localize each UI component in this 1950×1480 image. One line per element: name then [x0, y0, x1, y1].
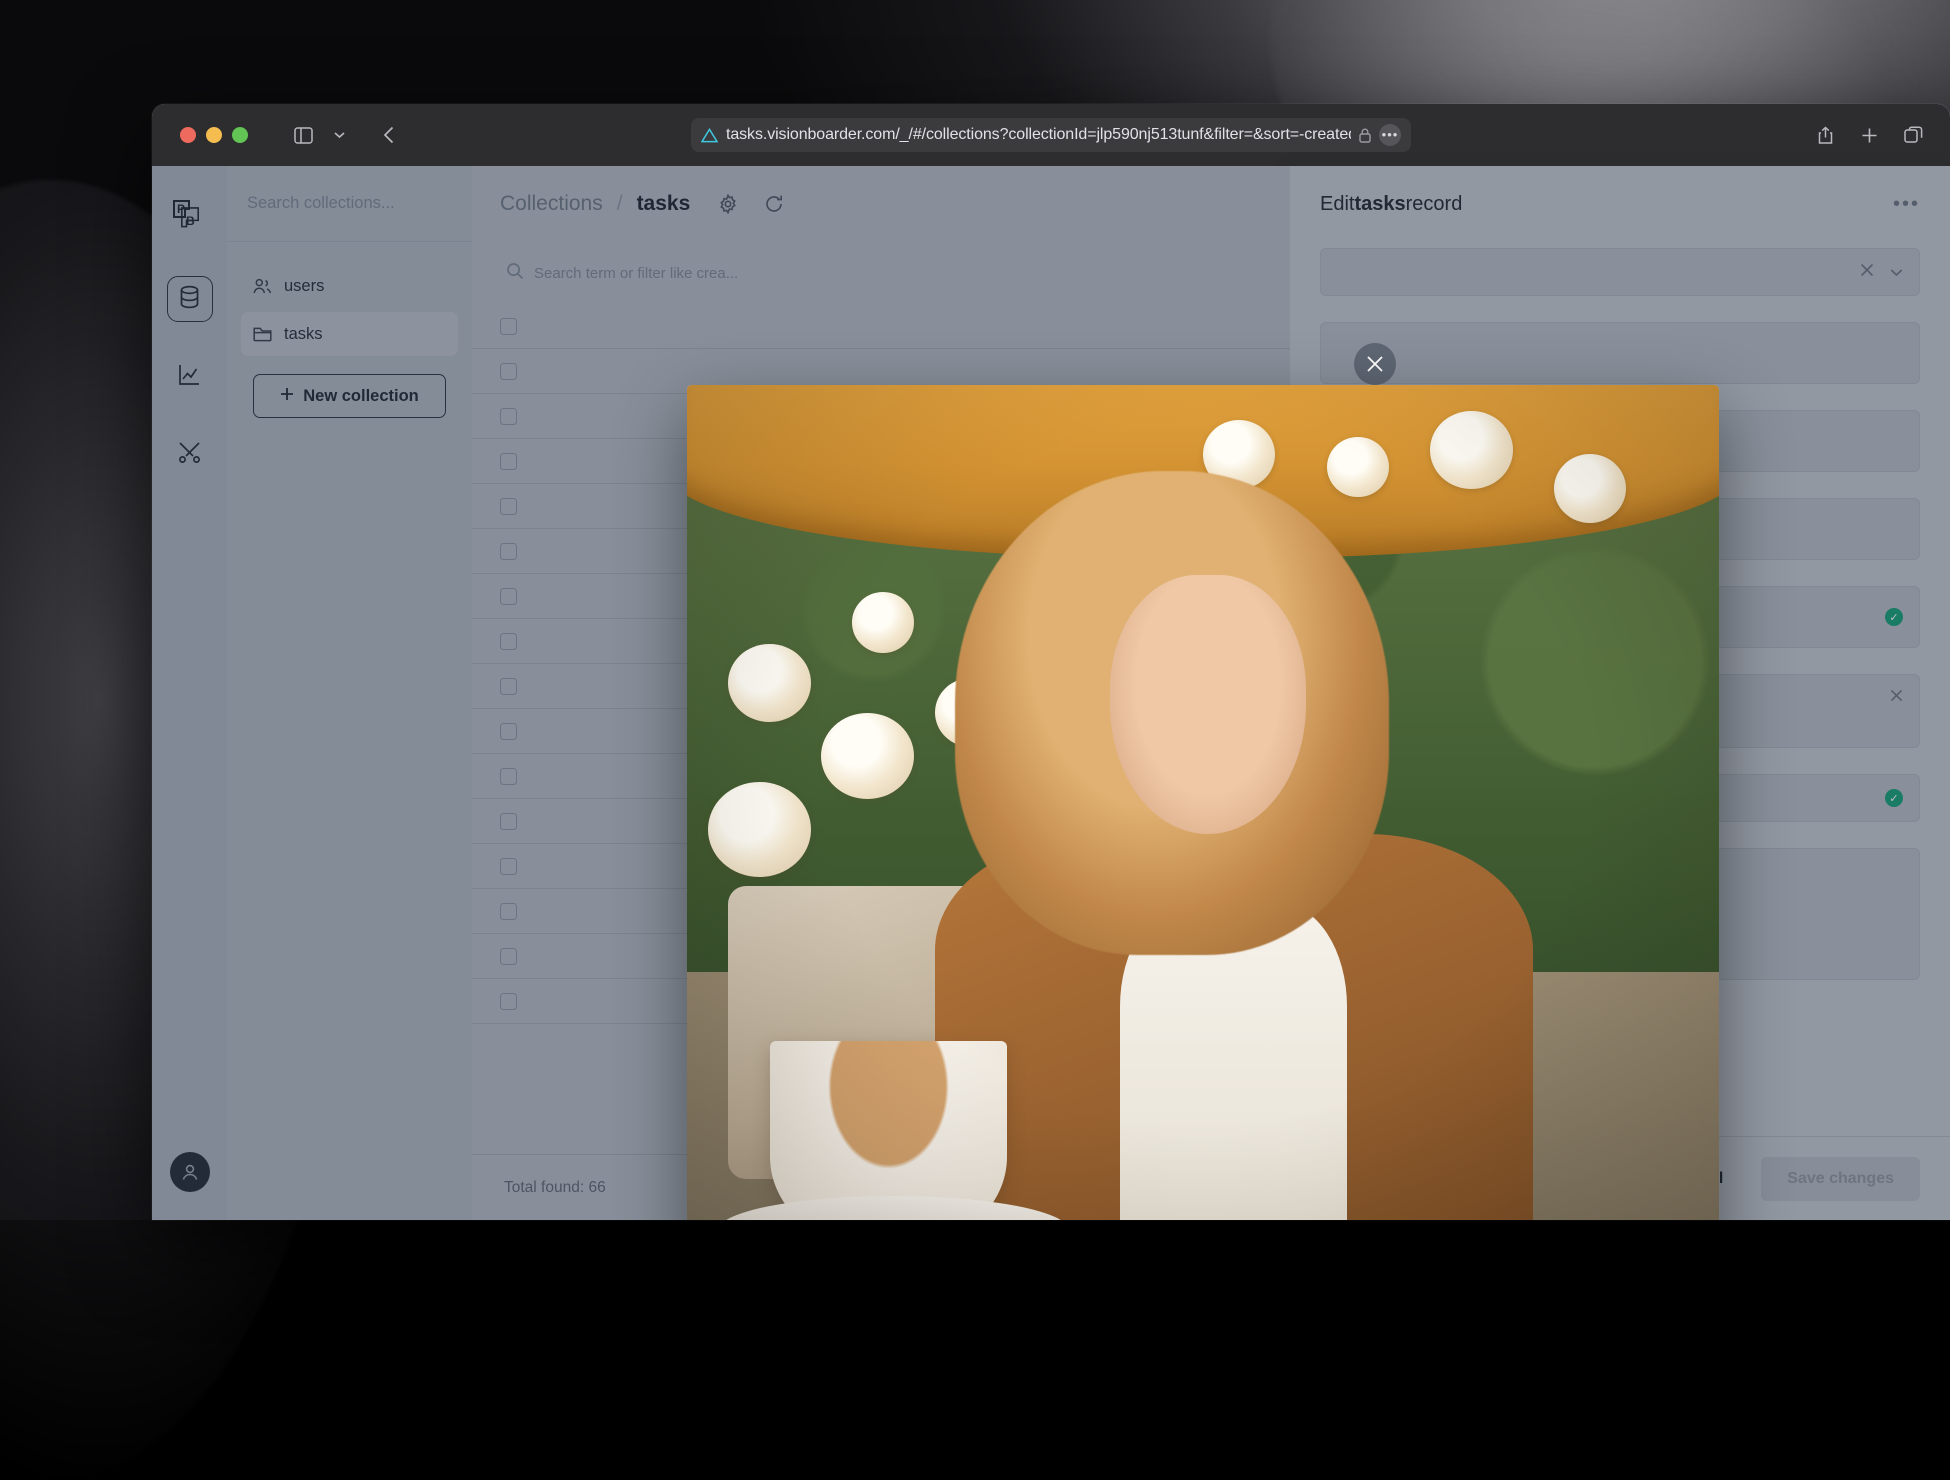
lock-icon — [1359, 128, 1371, 143]
tab-overview-icon[interactable] — [1896, 120, 1930, 150]
close-window-button[interactable] — [180, 127, 196, 143]
address-bar-menu-icon[interactable]: ••• — [1379, 124, 1401, 146]
preview-close-top-button[interactable] — [1354, 343, 1396, 385]
tab-group-chevron-icon[interactable] — [322, 120, 356, 150]
browser-titlebar: tasks.visionboarder.com/_/#/collections?… — [152, 104, 1950, 166]
minimize-window-button[interactable] — [206, 127, 222, 143]
window-traffic-lights[interactable] — [180, 127, 248, 143]
warning-triangle-icon — [701, 128, 718, 143]
image-preview-modal: 3k71dybn5wi8osw_fqUIs3qMPo.png Close — [687, 385, 1719, 1220]
browser-window: tasks.visionboarder.com/_/#/collections?… — [152, 104, 1950, 1220]
address-bar-wrapper: tasks.visionboarder.com/_/#/collections?… — [691, 118, 1411, 152]
preview-image — [687, 385, 1719, 1220]
url-text: tasks.visionboarder.com/_/#/collections?… — [726, 126, 1351, 144]
pocketbase-admin-app: P B — [152, 166, 1950, 1220]
back-icon[interactable] — [372, 120, 406, 150]
share-icon[interactable] — [1808, 120, 1842, 150]
new-tab-icon[interactable] — [1852, 120, 1886, 150]
address-bar[interactable]: tasks.visionboarder.com/_/#/collections?… — [691, 118, 1411, 152]
zoom-window-button[interactable] — [232, 127, 248, 143]
sidebar-toggle-icon[interactable] — [286, 120, 320, 150]
